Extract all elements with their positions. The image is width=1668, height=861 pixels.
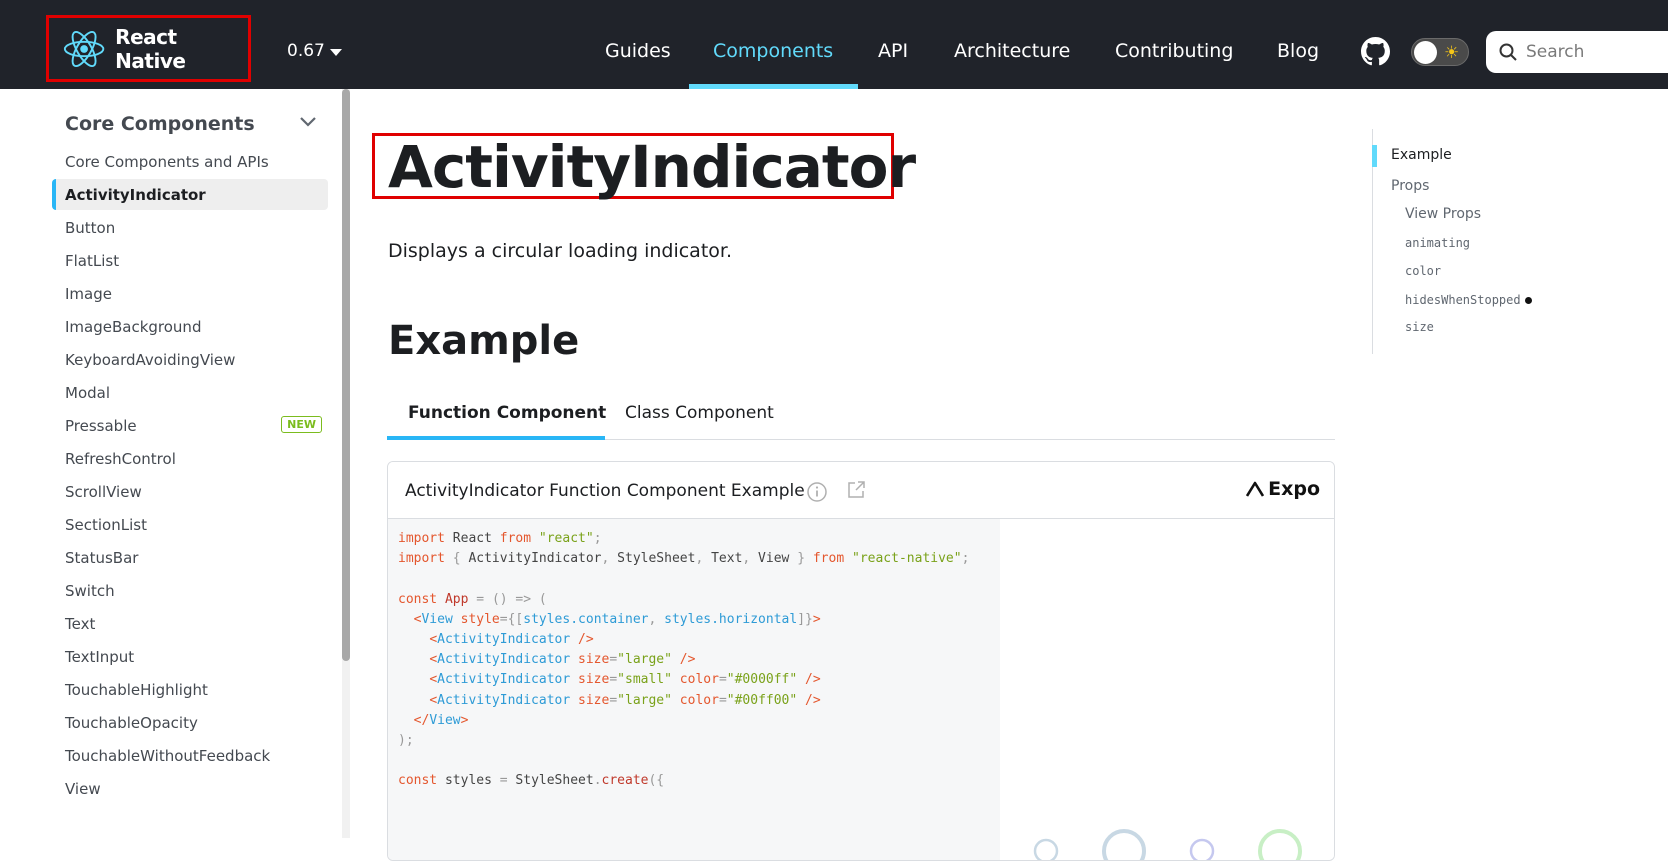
indicator-large-icon xyxy=(1102,829,1146,860)
sidebar-scrollbar-thumb[interactable] xyxy=(342,89,350,661)
nav-components[interactable]: Components xyxy=(713,40,833,62)
snack-preview xyxy=(1000,519,1334,860)
indicator-small-blue-icon xyxy=(1189,838,1215,860)
caret-down-icon xyxy=(329,48,342,56)
snack-title: ActivityIndicator Function Component Exa… xyxy=(405,481,805,501)
indicator-small-icon xyxy=(1033,838,1059,860)
toc-animating[interactable]: animating xyxy=(1405,236,1470,250)
sidebar-item-pressable[interactable]: Pressable NEW xyxy=(52,410,328,441)
sidebar-item-label: Switch xyxy=(65,581,115,600)
sidebar-item-view[interactable]: View xyxy=(52,773,328,804)
sidebar-item-label: ActivityIndicator xyxy=(65,185,206,204)
snack-player: ActivityIndicator Function Component Exa… xyxy=(387,461,1335,861)
toc-color[interactable]: color xyxy=(1405,264,1441,278)
navbar: React Native 0.67 Guides Components API … xyxy=(0,0,1668,89)
search-box[interactable] xyxy=(1486,31,1668,73)
info-icon[interactable] xyxy=(806,481,828,503)
sidebar-item-label: Image xyxy=(65,284,112,303)
sidebar-item-label: Button xyxy=(65,218,116,237)
sidebar-item-touchablehighlight[interactable]: TouchableHighlight xyxy=(52,674,328,705)
sidebar-item-label: Pressable xyxy=(65,416,137,435)
sidebar-item-keyboardavoidingview[interactable]: KeyboardAvoidingView xyxy=(52,344,328,375)
sidebar-item-statusbar[interactable]: StatusBar xyxy=(52,542,328,573)
brand-title: React Native xyxy=(115,24,186,73)
expo-logo-icon xyxy=(1246,481,1265,497)
sidebar-item-label: SectionList xyxy=(65,515,147,534)
page-title: ActivityIndicator xyxy=(388,133,916,201)
tab-function-component[interactable]: Function Component xyxy=(408,403,606,423)
sidebar-item-refreshcontrol[interactable]: RefreshControl xyxy=(52,443,328,474)
nav-blog[interactable]: Blog xyxy=(1277,40,1319,62)
sidebar-item-core-components-and-apis[interactable]: Core Components and APIs xyxy=(52,146,328,177)
new-badge: NEW xyxy=(281,416,322,433)
search-input[interactable] xyxy=(1526,42,1668,62)
version-label: 0.67 xyxy=(287,41,325,61)
sidebar-item-label: View xyxy=(65,779,101,798)
chevron-down-icon[interactable] xyxy=(298,114,318,130)
nav-architecture[interactable]: Architecture xyxy=(954,40,1070,62)
theme-toggle[interactable]: ☀ xyxy=(1411,38,1469,66)
nav-api[interactable]: API xyxy=(878,40,908,62)
nav-contributing[interactable]: Contributing xyxy=(1115,40,1233,62)
external-link-icon[interactable] xyxy=(846,480,866,500)
sidebar-item-label: ImageBackground xyxy=(65,317,202,336)
sidebar-item-label: Text xyxy=(65,614,96,633)
sidebar-item-label: StatusBar xyxy=(65,548,139,567)
sidebar-item-imagebackground[interactable]: ImageBackground xyxy=(52,311,328,342)
sidebar-item-scrollview[interactable]: ScrollView xyxy=(52,476,328,507)
toc-props[interactable]: Props xyxy=(1391,178,1429,194)
sidebar-item-label: TextInput xyxy=(65,647,135,666)
sidebar-item-label: TouchableOpacity xyxy=(65,713,198,732)
example-heading: Example xyxy=(388,318,580,364)
nav-guides[interactable]: Guides xyxy=(605,40,671,62)
toc-size[interactable]: size xyxy=(1405,320,1434,334)
page-description: Displays a circular loading indicator. xyxy=(388,240,732,262)
sidebar-item-switch[interactable]: Switch xyxy=(52,575,328,606)
sidebar-item-touchablewithoutfeedback[interactable]: TouchableWithoutFeedback xyxy=(52,740,328,771)
react-logo-icon xyxy=(63,30,105,67)
version-dropdown[interactable]: 0.67 xyxy=(287,41,342,61)
brand-link[interactable]: React Native xyxy=(46,15,251,82)
toc-example[interactable]: Example xyxy=(1391,147,1452,163)
sun-icon: ☀ xyxy=(1444,43,1460,63)
toc-view-props[interactable]: View Props xyxy=(1405,206,1481,222)
expo-label: Expo xyxy=(1268,478,1320,500)
sidebar-item-text[interactable]: Text xyxy=(52,608,328,639)
search-icon xyxy=(1499,43,1517,61)
ios-only-dot-icon xyxy=(1524,296,1532,304)
sidebar-item-label: TouchableWithoutFeedback xyxy=(65,746,271,765)
sidebar-item-sectionlist[interactable]: SectionList xyxy=(52,509,328,540)
toc-active-marker xyxy=(1372,145,1377,167)
sidebar-item-textinput[interactable]: TextInput xyxy=(52,641,328,672)
tab-class-component[interactable]: Class Component xyxy=(625,403,774,423)
sidebar-item-label: Core Components and APIs xyxy=(65,152,269,171)
code-block[interactable]: import React from "react"; import { Acti… xyxy=(388,519,1000,860)
sidebar-item-label: Modal xyxy=(65,383,110,402)
active-nav-underline xyxy=(689,84,858,89)
sidebar-item-image[interactable]: Image xyxy=(52,278,328,309)
indicator-large-green-icon xyxy=(1258,829,1302,860)
sidebar-item-modal[interactable]: Modal xyxy=(52,377,328,408)
sidebar-item-label: TouchableHighlight xyxy=(65,680,208,699)
snack-header: ActivityIndicator Function Component Exa… xyxy=(388,462,1334,519)
sidebar-heading[interactable]: Core Components xyxy=(65,113,255,135)
sidebar-item-touchableopacity[interactable]: TouchableOpacity xyxy=(52,707,328,738)
sidebar-item-label: RefreshControl xyxy=(65,449,176,468)
sidebar-item-label: FlatList xyxy=(65,251,120,270)
sidebar-item-activityindicator[interactable]: ActivityIndicator xyxy=(52,179,328,210)
sidebar-item-flatlist[interactable]: FlatList xyxy=(52,245,328,276)
sidebar-item-label: KeyboardAvoidingView xyxy=(65,350,236,369)
sidebar: Core Components Core Components and APIs… xyxy=(0,89,350,838)
toc-hideswhenstopped[interactable]: hidesWhenStopped xyxy=(1405,293,1521,307)
sidebar-item-button[interactable]: Button xyxy=(52,212,328,243)
active-tab-underline xyxy=(387,436,605,440)
toc-hideswhenstopped-row: hidesWhenStopped xyxy=(1405,292,1532,308)
github-icon[interactable] xyxy=(1361,37,1390,66)
activity-indicators-preview xyxy=(1033,829,1302,860)
sidebar-item-label: ScrollView xyxy=(65,482,142,501)
expo-link[interactable]: Expo xyxy=(1246,478,1320,500)
toggle-knob xyxy=(1414,41,1437,64)
